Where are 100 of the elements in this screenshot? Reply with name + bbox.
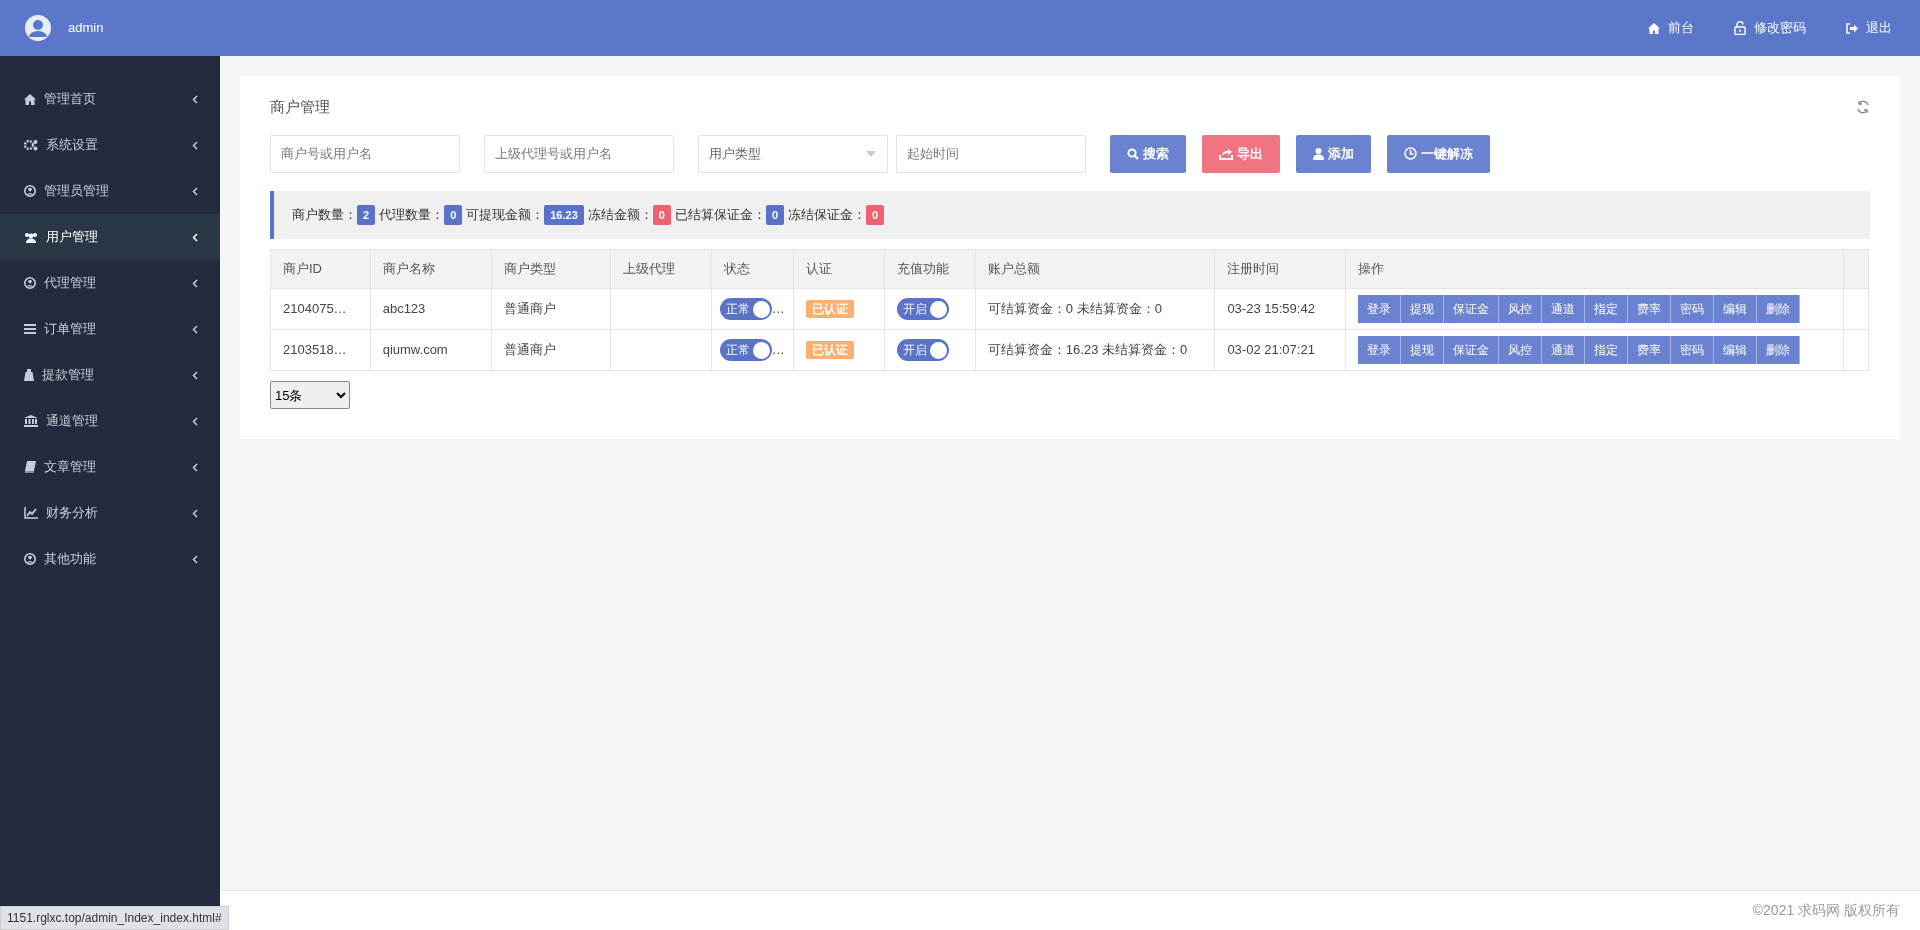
chevron-icon (192, 186, 198, 196)
column-header: 操作 (1357, 261, 1384, 277)
column-header: 状态 (723, 261, 750, 277)
filter-field[interactable]: 上级代理号或用户名 (484, 134, 674, 173)
registration-time: 03-02 21:07:21 (1227, 342, 1315, 358)
stat-count: 0 (765, 204, 785, 225)
bank-icon (24, 415, 38, 427)
page-size-select[interactable]: 15条 (270, 381, 350, 409)
sidebar-item[interactable]: 提款管理 (0, 352, 220, 398)
row-action-button[interactable]: 密码 (1670, 336, 1714, 364)
balance-text: 可结算资金：16.23 未结算资金：0 (987, 342, 1188, 358)
sidebar-item[interactable]: 用户管理 (0, 214, 220, 260)
chevron-icon (192, 232, 198, 242)
row-action-button[interactable]: 费率 (1627, 336, 1671, 364)
header-link[interactable]: 前台 (1648, 18, 1694, 38)
stat-count: 0 (866, 204, 885, 225)
row-action-button[interactable]: 保证金 (1443, 336, 1499, 364)
row-action-button[interactable]: 删除 (1756, 336, 1800, 364)
chevron-icon (192, 554, 198, 564)
row-action-button[interactable]: 通道 (1541, 336, 1585, 364)
user-circle-icon (24, 277, 36, 289)
logout-icon (1846, 22, 1858, 34)
sidebar-item[interactable]: 文章管理 (0, 444, 220, 490)
user-circle-icon (24, 553, 36, 565)
book-icon (24, 461, 36, 473)
row-action-button[interactable]: 删除 (1756, 295, 1800, 323)
row-action-button[interactable]: 风控 (1498, 336, 1542, 364)
sidebar-item[interactable]: 订单管理 (0, 306, 220, 352)
row-action-button[interactable]: 编辑 (1713, 295, 1757, 323)
stat-label: 冻结金额： (587, 206, 653, 224)
refresh-icon[interactable] (1856, 100, 1870, 115)
avatar-icon (24, 14, 52, 42)
row-action-button[interactable]: 指定 (1584, 336, 1628, 364)
balance-text: 可结算资金：0 未结算资金：0 (987, 301, 1162, 317)
chevron-icon (192, 416, 198, 426)
action-button[interactable]: 导出 (1202, 134, 1280, 173)
row-action-button[interactable]: 提现 (1400, 295, 1444, 323)
username: admin (68, 19, 104, 38)
row-action-button[interactable]: 费率 (1627, 295, 1671, 323)
header-link[interactable]: 退出 (1846, 18, 1892, 38)
sidebar-item[interactable]: 管理首页 (0, 76, 220, 122)
row-action-button[interactable]: 提现 (1400, 336, 1444, 364)
merchant-type: 普通商户 (503, 342, 556, 358)
search-icon (1127, 147, 1139, 160)
chevron-icon (192, 278, 198, 288)
row-action-button[interactable]: 编辑 (1713, 336, 1757, 364)
stat-label: 代理数量： (379, 206, 445, 224)
stat-label: 商户数量： (292, 206, 357, 224)
stat-label: 已结算保证金： (674, 206, 766, 224)
sidebar-item[interactable]: 系统设置 (0, 122, 220, 168)
caret-icon (866, 150, 876, 157)
registration-time: 03-23 15:59:42 (1227, 301, 1315, 317)
action-button[interactable]: 添加 (1296, 134, 1371, 173)
export-icon (1219, 147, 1233, 160)
sidebar-item[interactable]: 通道管理 (0, 398, 220, 444)
chevron-icon (192, 324, 198, 334)
verified-tag: 已认证 (805, 300, 854, 319)
chevron-icon (192, 370, 198, 380)
column-header: 账户总额 (987, 261, 1040, 277)
sidebar-item[interactable]: 管理员管理 (0, 168, 220, 214)
overflow-ellipsis: … (771, 301, 785, 316)
filter-field[interactable]: 起始时间 (896, 134, 1086, 173)
sidebar-item[interactable]: 其他功能 (0, 536, 220, 582)
column-header: 认证 (805, 261, 832, 277)
row-action-button[interactable]: 密码 (1670, 295, 1714, 323)
chevron-icon (192, 508, 198, 518)
overflow-ellipsis: … (771, 342, 785, 357)
merchant-name: qiumw.com (382, 342, 448, 358)
column-header: 注册时间 (1227, 261, 1280, 277)
column-header: 商户ID (283, 261, 322, 277)
search-button[interactable]: 搜索 (1110, 134, 1186, 173)
sidebar-item[interactable]: 财务分析 (0, 490, 220, 536)
type-select[interactable]: 用户类型 (698, 134, 888, 173)
column-header: 上级代理 (622, 261, 675, 277)
row-action-button[interactable]: 保证金 (1443, 295, 1499, 323)
row-action-button[interactable]: 通道 (1541, 295, 1585, 323)
stat-count: 0 (652, 204, 671, 225)
bag-icon (24, 369, 34, 381)
row-action-button[interactable]: 风控 (1498, 295, 1542, 323)
verified-tag: 已认证 (805, 341, 854, 360)
stat-label: 可提现金额： (466, 206, 545, 224)
row-action-button[interactable]: 登录 (1357, 295, 1401, 323)
stat-count: 16.23 (544, 204, 584, 225)
toggle-switch[interactable]: 正常 (719, 339, 772, 361)
sidebar-item[interactable]: 代理管理 (0, 260, 220, 306)
user-icon (1313, 147, 1324, 160)
stat-count: 2 (357, 204, 376, 225)
row-action-button[interactable]: 指定 (1584, 295, 1628, 323)
toggle-switch[interactable]: 开启 (897, 298, 950, 320)
toggle-switch[interactable]: 开启 (897, 339, 950, 361)
row-action-button[interactable]: 登录 (1357, 336, 1401, 364)
action-button[interactable]: 一键解冻 (1387, 134, 1490, 173)
line-chart-icon (24, 507, 38, 519)
toggle-switch[interactable]: 正常 (719, 298, 772, 320)
panel-title: 商户管理 (270, 97, 330, 117)
filter-field[interactable]: 商户号或用户名 (270, 134, 460, 173)
status-url: 1151.rglxc.top/admin_Index_index.html# (0, 906, 229, 930)
user-circle-icon (24, 185, 36, 197)
column-header: 商户名称 (382, 261, 435, 277)
header-link[interactable]: 修改密码 (1734, 18, 1806, 38)
